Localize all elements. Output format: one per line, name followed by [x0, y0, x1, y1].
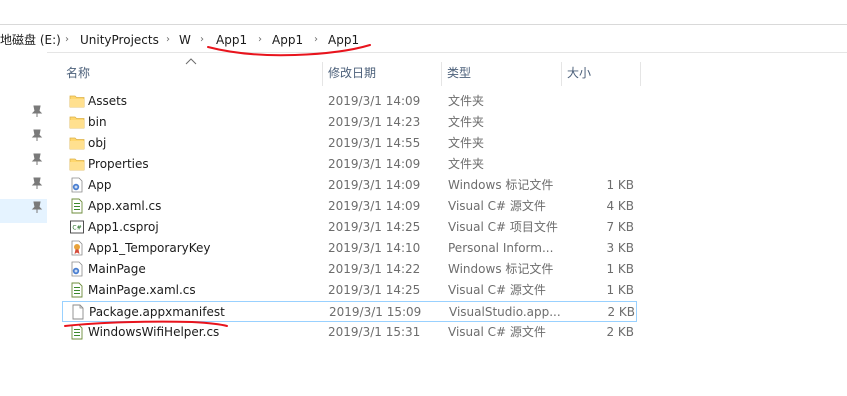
- file-type: 文件夹: [448, 115, 485, 129]
- breadcrumb-app1-b[interactable]: App1: [272, 32, 303, 48]
- file-size: [562, 135, 634, 152]
- file-row[interactable]: MainPage 2019/3/1 14:22 Windows 标记文件 1 KB: [62, 259, 637, 280]
- file-row[interactable]: Properties 2019/3/1 14:09 文件夹: [62, 154, 637, 175]
- breadcrumb-app1-a[interactable]: App1: [216, 32, 247, 48]
- file-row[interactable]: App 2019/3/1 14:09 Windows 标记文件 1 KB: [62, 175, 637, 196]
- file-type: Windows 标记文件: [448, 262, 554, 276]
- file-date: 2019/3/1 14:09: [328, 178, 421, 192]
- file-type: 文件夹: [448, 157, 485, 171]
- file-date: 2019/3/1 14:25: [328, 220, 421, 234]
- svg-text:C#: C#: [72, 225, 81, 232]
- file-type: Windows 标记文件: [448, 178, 554, 192]
- file-size: 3 KB: [606, 241, 634, 255]
- breadcrumb-separator[interactable]: ›: [163, 32, 173, 48]
- file-size: [562, 114, 634, 131]
- file-size: [562, 93, 634, 110]
- file-size: 4 KB: [606, 199, 634, 213]
- file-type: Personal Inform...: [448, 241, 554, 255]
- pin-icon[interactable]: [30, 104, 44, 118]
- file-name: Properties: [88, 157, 149, 171]
- file-date: 2019/3/1 14:22: [328, 262, 421, 276]
- file-size: 2 KB: [607, 305, 635, 319]
- file-name: Assets: [88, 94, 128, 108]
- breadcrumb-unityprojects[interactable]: UnityProjects: [80, 32, 159, 48]
- file-row[interactable]: Assets 2019/3/1 14:09 文件夹: [62, 91, 637, 112]
- breadcrumb-separator[interactable]: ›: [62, 32, 72, 48]
- file-date: 2019/3/1 14:09: [328, 199, 421, 213]
- file-row[interactable]: Package.appxmanifest 2019/3/1 15:09 Visual…: [62, 301, 637, 322]
- file-type: Visual C# 源文件: [448, 283, 546, 297]
- breadcrumb-w[interactable]: W: [179, 32, 191, 48]
- file-type: 文件夹: [448, 94, 485, 108]
- file-date: 2019/3/1 14:09: [328, 157, 421, 171]
- address-bar[interactable]: 地磁盘 (E:) › UnityProjects › W › App1 › Ap…: [0, 27, 847, 53]
- file-size: 1 KB: [606, 283, 634, 297]
- file-size: [562, 156, 634, 173]
- breadcrumb-separator[interactable]: ›: [311, 32, 321, 48]
- file-row[interactable]: bin 2019/3/1 14:23 文件夹: [62, 112, 637, 133]
- breadcrumb-app1-c[interactable]: App1: [328, 32, 359, 48]
- file-name: App.xaml.cs: [88, 199, 162, 213]
- folder-icon: [69, 156, 85, 172]
- file-name: App1.csproj: [88, 220, 159, 234]
- file-date: 2019/3/1 14:23: [328, 115, 421, 129]
- file-name: Package.appxmanifest: [89, 305, 225, 319]
- csharp-source-icon: [69, 282, 85, 298]
- file-size: 1 KB: [606, 178, 634, 192]
- file-type: Visual C# 源文件: [448, 325, 546, 339]
- breadcrumb-separator[interactable]: ›: [255, 32, 265, 48]
- folder-icon: [69, 114, 85, 130]
- file-name: WindowsWifiHelper.cs: [88, 325, 220, 339]
- pin-icon[interactable]: [30, 152, 44, 166]
- breadcrumb-separator[interactable]: ›: [197, 32, 207, 48]
- file-date: 2019/3/1 14:09: [328, 94, 421, 108]
- file-row[interactable]: App.xaml.cs 2019/3/1 14:09 Visual C# 源文件 4 …: [62, 196, 637, 217]
- blank-document-icon: [70, 304, 86, 320]
- file-row[interactable]: WindowsWifiHelper.cs 2019/3/1 15:31 Visual…: [62, 322, 637, 343]
- csharp-source-icon: [69, 324, 85, 340]
- column-header-size[interactable]: 大小: [561, 60, 641, 86]
- column-header-date[interactable]: 修改日期: [322, 60, 442, 86]
- file-row[interactable]: App1_TemporaryKey 2019/3/1 14:10 Personal …: [62, 238, 637, 259]
- file-size: 1 KB: [606, 262, 634, 276]
- ribbon-strip: [0, 0, 847, 25]
- file-row[interactable]: obj 2019/3/1 14:55 文件夹: [62, 133, 637, 154]
- pin-icon[interactable]: [30, 176, 44, 190]
- file-size: 7 KB: [606, 220, 634, 234]
- file-name: MainPage: [88, 262, 146, 276]
- file-type: Visual C# 源文件: [448, 199, 546, 213]
- file-type: Visual C# 项目文件: [448, 220, 558, 234]
- xaml-file-icon: [69, 177, 85, 193]
- pin-icon[interactable]: [30, 128, 44, 142]
- column-header-type[interactable]: 类型: [441, 60, 561, 86]
- file-date: 2019/3/1 15:09: [329, 305, 422, 319]
- csproj-file-icon: C#: [69, 219, 85, 235]
- file-date: 2019/3/1 14:55: [328, 136, 421, 150]
- navigation-pane: [0, 52, 47, 396]
- file-type: VisualStudio.app...: [449, 305, 561, 319]
- file-name: App: [88, 178, 112, 192]
- file-size: 2 KB: [606, 325, 634, 339]
- file-date: 2019/3/1 15:31: [328, 325, 421, 339]
- csharp-source-icon: [69, 198, 85, 214]
- file-row[interactable]: MainPage.xaml.cs 2019/3/1 14:25 Visual C# …: [62, 280, 637, 301]
- file-name: MainPage.xaml.cs: [88, 283, 196, 297]
- breadcrumb-drive[interactable]: 地磁盘 (E:): [0, 32, 61, 48]
- file-name: App1_TemporaryKey: [88, 241, 211, 255]
- folder-icon: [69, 135, 85, 151]
- file-date: 2019/3/1 14:10: [328, 241, 421, 255]
- column-header-name[interactable]: 名称: [60, 60, 322, 86]
- certificate-key-icon: [69, 240, 85, 256]
- file-row[interactable]: C# App1.csproj 2019/3/1 14:25 Visual C# 项目文…: [62, 217, 637, 238]
- xaml-file-icon: [69, 261, 85, 277]
- file-name: bin: [88, 115, 107, 129]
- pin-icon[interactable]: [30, 200, 44, 214]
- column-divider[interactable]: [640, 62, 641, 86]
- file-date: 2019/3/1 14:25: [328, 283, 421, 297]
- folder-icon: [69, 93, 85, 109]
- file-type: 文件夹: [448, 136, 485, 150]
- file-name: obj: [88, 136, 107, 150]
